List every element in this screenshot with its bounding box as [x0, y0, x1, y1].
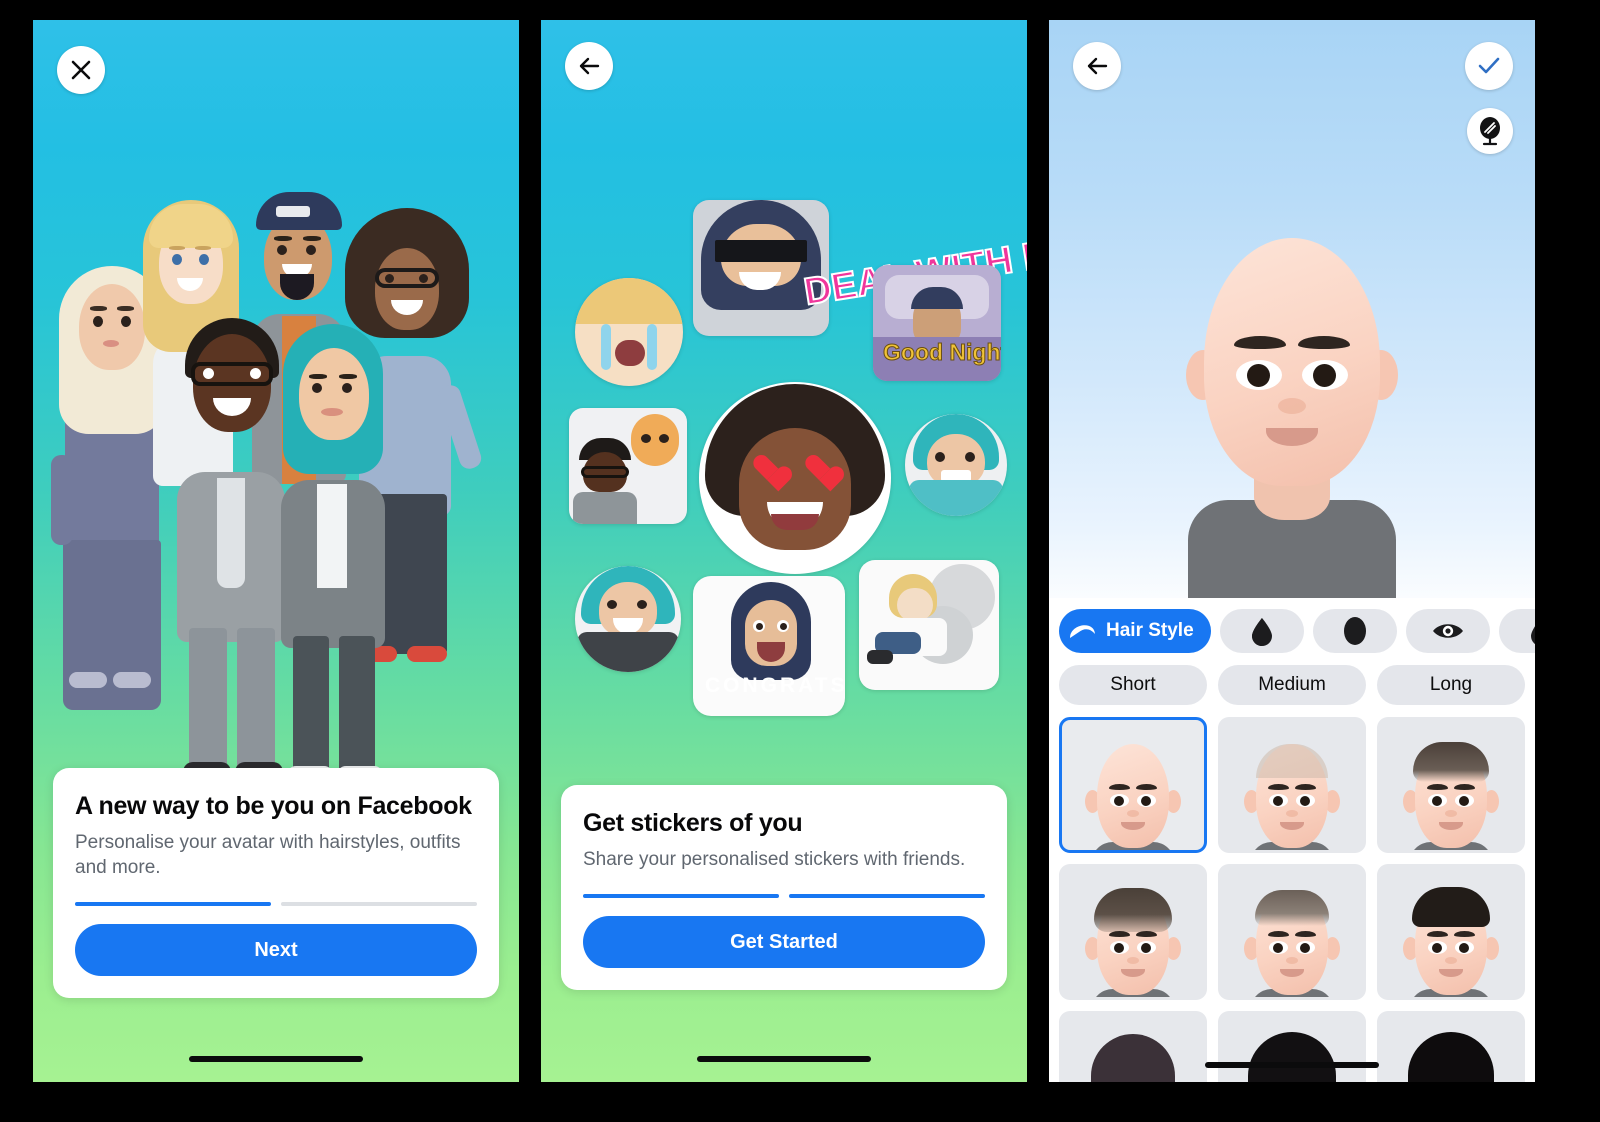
length-filter-row[interactable]: Short Medium Long: [1049, 653, 1535, 705]
hair-option-receding-short[interactable]: [1377, 717, 1525, 853]
progress-step-2: [789, 894, 985, 898]
mirror-button[interactable]: [1467, 108, 1513, 154]
hair-option-stubble-fade[interactable]: [1218, 717, 1366, 853]
sticker-crying-blonde: [575, 278, 683, 386]
home-indicator: [697, 1056, 871, 1062]
tab-skin-tone[interactable]: [1498, 609, 1535, 653]
back-button[interactable]: [565, 42, 613, 90]
back-arrow-icon: [579, 57, 600, 75]
screen-avatar-editor: Hair Style Short Medium Long: [1049, 20, 1535, 1082]
page-subtitle: Personalise your avatar with hairstyles,…: [75, 831, 461, 878]
screen-onboarding-stickers: DEAL WITH IT Good Night: [541, 20, 1027, 1082]
avatar-preview: [1142, 200, 1442, 630]
page-subtitle: Share your personalised stickers with fr…: [583, 848, 966, 870]
sticker-heart-eyes: [699, 382, 891, 574]
home-indicator: [1205, 1062, 1379, 1068]
hair-option-dark-bowl[interactable]: [1059, 1011, 1207, 1082]
tab-hair-style[interactable]: Hair Style: [1059, 609, 1211, 653]
avatar-character-teal: [265, 320, 401, 784]
hair-style-grid: [1049, 705, 1535, 1082]
back-arrow-icon: [1087, 57, 1108, 75]
close-button[interactable]: [57, 46, 105, 94]
check-icon: [1478, 57, 1500, 74]
sticker-sad-balloon: [569, 408, 687, 524]
category-tab-row[interactable]: Hair Style: [1049, 609, 1535, 653]
onboarding-card-stickers: Get stickers of you Share your personali…: [561, 784, 1007, 990]
confirm-button[interactable]: [1465, 42, 1513, 90]
progress-step-1: [75, 902, 271, 906]
hair-style-icon: [1070, 625, 1095, 638]
tab-face-shape[interactable]: [1312, 609, 1397, 653]
sticker-text-good-night: Good Night: [882, 339, 1001, 366]
close-icon: [71, 60, 91, 80]
hair-option-bald[interactable]: [1059, 717, 1207, 853]
avatar-editor-panel: Hair Style Short Medium Long: [1049, 598, 1535, 1082]
sticker-cold-shiver: [905, 414, 1007, 516]
heart-eye-left: [753, 456, 783, 483]
filter-long[interactable]: Long: [1377, 665, 1525, 705]
sticker-good-night: Good Night: [873, 265, 1001, 381]
filter-medium[interactable]: Medium: [1218, 665, 1366, 705]
screenshot-stage: A new way to be you on Facebook Personal…: [0, 0, 1600, 1122]
screen-onboarding-intro: A new way to be you on Facebook Personal…: [33, 20, 519, 1082]
tab-hair-style-label: Hair Style: [1106, 620, 1194, 641]
tab-hair-colour[interactable]: [1219, 609, 1304, 653]
hair-option-black-round[interactable]: [1218, 1011, 1366, 1082]
tab-eyes[interactable]: [1405, 609, 1490, 653]
onboarding-card-intro: A new way to be you on Facebook Personal…: [53, 767, 499, 998]
eyes-icon: [1432, 624, 1463, 638]
back-button[interactable]: [1073, 42, 1121, 90]
hair-option-black-curly[interactable]: [1377, 1011, 1525, 1082]
page-title: A new way to be you on Facebook: [75, 791, 472, 820]
get-started-button[interactable]: Get Started: [583, 916, 985, 968]
hair-option-crew-cut[interactable]: [1377, 864, 1525, 1000]
progress-indicator: [75, 902, 477, 906]
hair-colour-droplet-icon: [1251, 618, 1272, 646]
page-title: Get stickers of you: [583, 808, 803, 837]
face-shape-icon: [1343, 617, 1366, 645]
skin-tone-droplet-icon: [1530, 625, 1535, 645]
progress-step-2: [281, 902, 477, 906]
mirror-icon: [1480, 117, 1500, 146]
home-indicator: [189, 1056, 363, 1062]
avatar-group-illustration: [33, 180, 519, 800]
sticker-congrats: CONGRATS: [693, 576, 845, 716]
sticker-deal-with-it-avatar: [693, 200, 829, 336]
hair-option-short-fade-dark[interactable]: [1059, 864, 1207, 1000]
sticker-dust-cloud: [859, 560, 999, 690]
filter-short[interactable]: Short: [1059, 665, 1207, 705]
progress-step-1: [583, 894, 779, 898]
sticker-celebrate: [575, 566, 681, 672]
sticker-text-congrats: CONGRATS: [705, 674, 845, 697]
hair-option-thin-buzz[interactable]: [1218, 864, 1366, 1000]
next-button[interactable]: Next: [75, 924, 477, 976]
heart-eye-right: [805, 456, 835, 483]
progress-indicator: [583, 894, 985, 898]
